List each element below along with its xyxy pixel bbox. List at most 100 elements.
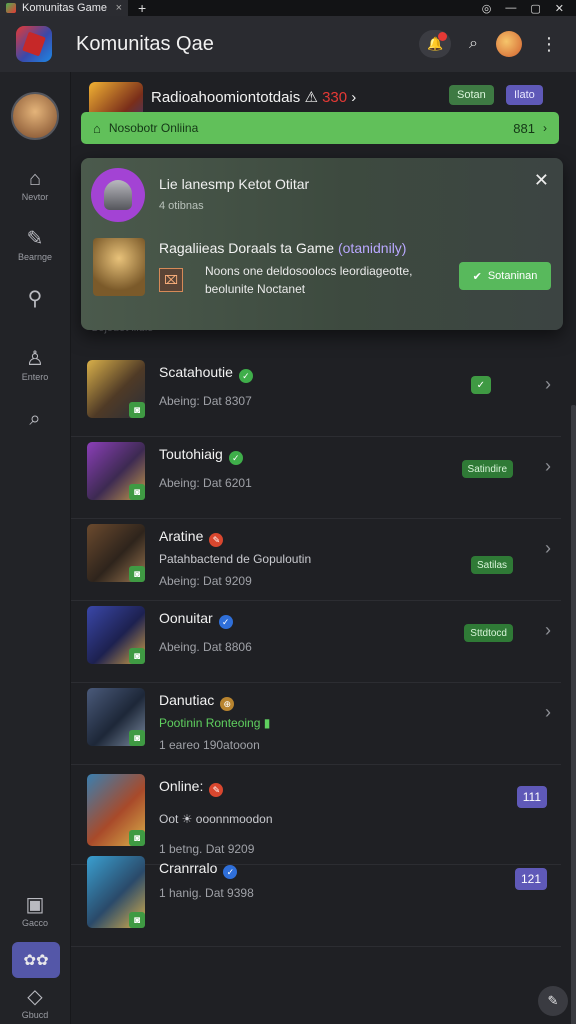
scrollbar[interactable] bbox=[571, 405, 576, 1024]
popup-description: Noons one deldosoolocs leordiageotte, be… bbox=[205, 262, 412, 298]
sidebar-item-bearnge[interactable]: ✎ Bearnge bbox=[0, 228, 70, 262]
explore-icon: ⚲ bbox=[27, 288, 43, 310]
platform-badge: ◙ bbox=[129, 912, 145, 928]
inbox-icon: ⌂ bbox=[28, 168, 42, 190]
helmet-icon bbox=[91, 168, 145, 222]
avatar[interactable] bbox=[496, 31, 522, 57]
close-icon[interactable]: ✕ bbox=[534, 170, 549, 191]
game-name-text: Online: bbox=[159, 778, 204, 794]
notification-dot bbox=[438, 32, 448, 41]
list-item[interactable]: ◙ Aratine ✎ Patahbactend de Gopuloutin Abein… bbox=[71, 518, 561, 601]
sidebar-item-nevtor[interactable]: ⌂ Nevtor bbox=[0, 168, 70, 202]
sidebar-item-entero[interactable]: ♙ Entero bbox=[0, 348, 70, 382]
app-header: Komunitas Qae 🔔 ⌕ ⋮ bbox=[0, 16, 576, 73]
game-name-text: Oonuitar bbox=[159, 610, 213, 626]
sidebar-item-label: Entero bbox=[21, 372, 49, 382]
popup-card: Lie lanesmp Ketot Otitar 4 otibnas ✕ Rag… bbox=[81, 158, 563, 330]
game-meta: 1 eareo 190atooon bbox=[159, 738, 260, 752]
popup-checkbox[interactable]: ⌧ bbox=[159, 268, 183, 292]
edit-fab-icon[interactable]: ✎ bbox=[538, 986, 568, 1016]
sidebar: ⌂ Nevtor ✎ Bearnge ⚲ ♙ Entero ⌕ ▣ Gacco … bbox=[0, 72, 71, 1024]
sidebar-item-search[interactable]: ⌕ bbox=[0, 408, 70, 430]
game-thumbnail: ◙ bbox=[87, 442, 145, 500]
verified-icon: ✓ bbox=[223, 865, 238, 879]
featured-item[interactable]: Radioahoomiontotdais ⚠ 330 › Sotan Ilato… bbox=[81, 80, 559, 150]
maximize-button[interactable]: ▢ bbox=[530, 2, 540, 15]
list-item[interactable]: ◙ Danutiac ⊕ Pootinin Ronteoing ▮ 1 eareo 19… bbox=[71, 682, 561, 765]
status-badge[interactable]: Sttdtocd bbox=[464, 624, 513, 642]
window-controls: ◎ — ▢ ✕ bbox=[482, 2, 576, 15]
sidebar-item-gacco[interactable]: ▣ Gacco bbox=[0, 894, 70, 928]
search-icon[interactable]: ⌕ bbox=[469, 35, 478, 53]
popup-question-highlight: (otanidnily) bbox=[337, 240, 407, 256]
close-window-button[interactable]: ✕ bbox=[555, 2, 564, 15]
window-titlebar: Komunitas Game × + ◎ — ▢ ✕ bbox=[0, 0, 576, 16]
game-description: Oot ☀ ooonnmoodon bbox=[159, 812, 273, 826]
game-meta: Abeing: Dat 9209 bbox=[159, 574, 252, 588]
game-name: Danutiac ⊕ bbox=[159, 692, 235, 711]
status-badge-purple[interactable]: Ilato bbox=[506, 85, 543, 105]
chevron-right-icon[interactable]: › bbox=[545, 702, 551, 723]
status-badge[interactable]: ✓ bbox=[470, 376, 491, 394]
status-badge[interactable]: 121 bbox=[514, 868, 547, 890]
list-item[interactable]: ◙ Oonuitar ✓ Abeing. Dat 8806 Sttdtocd › bbox=[71, 600, 561, 683]
popup-subtitle: 4 otibnas bbox=[159, 200, 204, 212]
check-icon: ✔ bbox=[472, 270, 482, 283]
record-icon[interactable]: ◎ bbox=[482, 2, 492, 15]
game-name: Cranrralo ✓ bbox=[159, 860, 238, 879]
user-avatar[interactable] bbox=[11, 92, 59, 140]
game-name: Toutohiaig ✓ bbox=[159, 446, 243, 465]
platform-badge: ◙ bbox=[129, 484, 145, 500]
confirm-button-label: Sotaninan bbox=[487, 270, 538, 282]
game-thumbnail: ◙ bbox=[87, 360, 145, 418]
status-badge[interactable]: Satilas bbox=[470, 556, 513, 574]
game-name-text: Scatahoutie bbox=[159, 364, 233, 380]
sidebar-item-gbucd[interactable]: ◇ Gbucd bbox=[0, 986, 70, 1020]
game-thumbnail: ◙ bbox=[87, 856, 145, 928]
game-name-text: Danutiac bbox=[159, 692, 215, 708]
chevron-right-icon[interactable]: › bbox=[545, 538, 551, 559]
status-badge-green[interactable]: Sotan bbox=[449, 85, 494, 105]
game-name: Scatahoutie ✓ bbox=[159, 364, 253, 383]
sidebar-item-label: Gacco bbox=[21, 918, 48, 928]
chevron-right-icon[interactable]: › bbox=[545, 456, 551, 477]
featured-title: Radioahoomiontotdais ⚠ 330 › bbox=[151, 88, 356, 106]
status-badge[interactable]: 111 bbox=[516, 786, 547, 808]
warning-icon: ⚠ bbox=[300, 89, 323, 106]
featured-online-bar[interactable]: ⌂ Nosobotr Onliina 881 › bbox=[81, 112, 559, 144]
game-description: Pootinin Ronteoing ▮ bbox=[159, 716, 271, 730]
platform-badge: ◙ bbox=[129, 730, 145, 746]
popup-title: Lie lanesmp Ketot Otitar bbox=[159, 176, 310, 192]
browser-tab[interactable]: Komunitas Game × bbox=[0, 0, 128, 16]
edit-icon: ✎ bbox=[26, 228, 44, 250]
new-tab-button[interactable]: + bbox=[138, 0, 146, 16]
status-badge[interactable]: Satindire bbox=[461, 460, 513, 478]
list-item[interactable]: ◙ Scatahoutie ✓ Abeing: Dat 8307 ✓ › bbox=[71, 354, 561, 437]
game-meta: Abeing: Dat 6201 bbox=[159, 476, 252, 490]
game-name: Oonuitar ✓ bbox=[159, 610, 233, 629]
game-name-text: Cranrralo bbox=[159, 860, 218, 876]
more-icon[interactable]: ⋮ bbox=[540, 34, 558, 55]
notification-bell-icon[interactable]: 🔔 bbox=[419, 30, 452, 58]
chevron-right-icon[interactable]: › bbox=[545, 374, 551, 395]
popup-desc-line1: Noons one deldosoolocs leordiageotte, bbox=[205, 264, 413, 278]
diamond-icon: ◇ bbox=[27, 986, 43, 1008]
chevron-right-icon[interactable]: › bbox=[545, 620, 551, 641]
popup-question-main: Ragaliieas Doraals ta Game bbox=[159, 240, 335, 256]
square-icon: ▣ bbox=[25, 894, 45, 916]
list-item[interactable]: ◙ Cranrralo ✓ 1 hanig. Dat 9398 121 bbox=[71, 846, 561, 947]
list-item[interactable]: ◙ Toutohiaig ✓ Abeing: Dat 6201 Satindire › bbox=[71, 436, 561, 519]
minimize-button[interactable]: — bbox=[505, 2, 516, 15]
confirm-button[interactable]: ✔ Sotaninan bbox=[459, 262, 551, 290]
page-title: Komunitas Qae bbox=[76, 32, 214, 55]
tab-close-icon[interactable]: × bbox=[116, 2, 122, 14]
sidebar-item-explore[interactable]: ⚲ bbox=[0, 288, 70, 310]
game-name-text: Aratine bbox=[159, 528, 204, 544]
app-logo bbox=[16, 26, 52, 62]
game-description: Patahbactend de Gopuloutin bbox=[159, 552, 312, 566]
game-name: Online: ✎ bbox=[159, 778, 224, 797]
sidebar-item-active[interactable]: ✿✿ bbox=[12, 942, 60, 978]
sidebar-item-label: Nevtor bbox=[21, 192, 49, 202]
game-meta: Abeing: Dat 8307 bbox=[159, 394, 252, 408]
tab-title: Komunitas Game bbox=[22, 2, 107, 14]
